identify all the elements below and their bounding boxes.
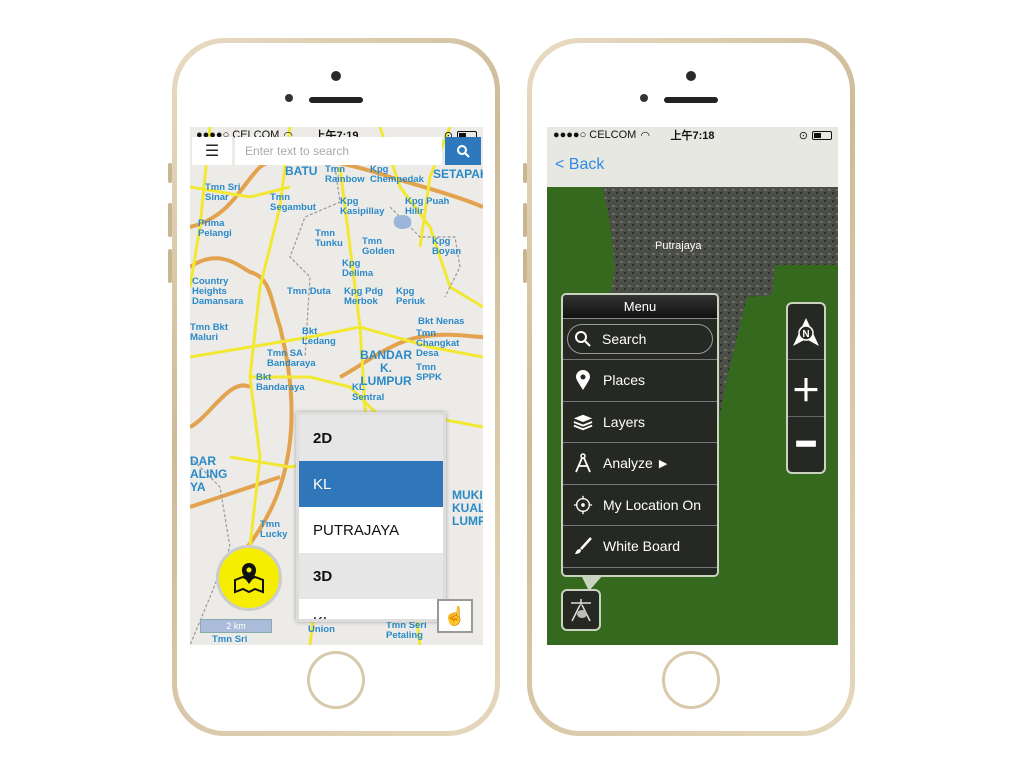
minus-icon: ━ (796, 427, 816, 461)
tools-icon (571, 599, 591, 622)
tools-button[interactable] (561, 589, 601, 631)
svg-text:N: N (802, 329, 809, 340)
map-label: Tmn Seri Petaling (386, 620, 427, 641)
clock: 上午7:18 (670, 130, 715, 142)
map-label: Tmn Segambut (270, 192, 316, 213)
search-button[interactable] (445, 137, 481, 165)
plus-icon: ＋ (791, 374, 821, 408)
search-input[interactable] (235, 137, 442, 165)
compass-button[interactable]: N (788, 304, 824, 361)
dropdown-header-3d: 3D (299, 553, 443, 599)
menu-item-white-board[interactable]: White Board (563, 526, 717, 568)
map-label: SETAPAK (433, 167, 483, 181)
map-label: Tmn SA Bandaraya (267, 348, 316, 369)
map-label: Tmn Lucky (260, 519, 288, 540)
map-label: Union (308, 624, 335, 635)
map-label: Kpg Chempedak (370, 164, 424, 185)
left-screen: BATU Tmn Rainbow Kpg Chempedak SETAPAK T… (190, 127, 483, 645)
right-phone: ●●●●○ CELCOM ◠ 上午7:18 ⊙ < Back Putrajaya… (523, 38, 855, 736)
map-label: Tmn Sri (212, 634, 248, 645)
map-label: Kpg Periuk (396, 286, 426, 307)
map-label: Tmn Tunku (315, 228, 343, 249)
map-label: Bkt Ledang (302, 326, 336, 347)
brush-icon (575, 537, 592, 555)
map-label: DAR ALING YA (190, 454, 228, 494)
map-label-putrajaya: Putrajaya (655, 240, 702, 252)
back-button[interactable]: < Back (555, 156, 604, 174)
speaker (309, 97, 363, 103)
hand-pointer-icon: ☝ (443, 605, 467, 626)
battery-icon (812, 130, 832, 140)
right-screen: ●●●●○ CELCOM ◠ 上午7:18 ⊙ < Back Putrajaya… (547, 127, 838, 645)
map-label: KL Sentral (352, 382, 385, 403)
layers-icon (573, 414, 593, 431)
menu-panel: Menu Search Places Layers Analyze ▶ My L… (561, 293, 719, 577)
menu-title: Menu (563, 295, 717, 319)
map-mode-dropdown[interactable]: 2D KL PUTRAJAYA 3D KL (296, 412, 446, 622)
menu-item-label: Places (603, 372, 646, 389)
left-phone: BATU Tmn Rainbow Kpg Chempedak SETAPAK T… (168, 38, 500, 736)
map-label: Tmn Duta (287, 286, 331, 297)
status-bar: ●●●●○ CELCOM ◠ 上午7:18 ⊙ (547, 127, 838, 143)
zoom-out-button[interactable]: ━ (788, 417, 824, 472)
map-pin-icon (576, 370, 590, 391)
scale-bar: 2 km (200, 619, 272, 633)
carrier: ●●●●○ CELCOM (553, 129, 637, 141)
menu-search-label: Search (602, 331, 647, 347)
menu-item-analyze[interactable]: Analyze ▶ (563, 443, 717, 485)
search-icon (575, 331, 591, 347)
search-icon (457, 145, 470, 158)
map-label: Tmn Changkat Desa (416, 328, 460, 359)
map-label: Tmn Bkt Maluri (190, 322, 228, 343)
map-label: Bkt Nenas (418, 316, 465, 327)
map-label: Country Heights Damansara (192, 276, 244, 307)
map-mode-button[interactable] (216, 545, 282, 611)
compass-north-icon: N (793, 317, 819, 346)
menu-item-label: Analyze (603, 455, 653, 472)
menu-item-places[interactable]: Places (563, 360, 717, 402)
map-pin-icon (234, 563, 264, 594)
map-label: Kpg Delima (342, 258, 374, 279)
touch-mode-button[interactable]: ☝ (437, 599, 473, 633)
map-label: MUKI KUAL LUMP (452, 488, 483, 528)
menu-item-label: Layers (603, 413, 646, 430)
dropdown-header-2d: 2D (299, 415, 443, 461)
map-label: Kpg Boyan (432, 236, 462, 257)
speaker (664, 97, 718, 103)
wifi-icon: ◠ (640, 129, 650, 142)
map-label: Tmn Golden (362, 236, 395, 257)
map-controls: N ＋ ━ (786, 302, 826, 474)
search-bar: ☰ (192, 137, 481, 165)
dropdown-option-putrajaya[interactable]: PUTRAJAYA (299, 507, 443, 553)
compass-tool-icon (575, 453, 591, 473)
menu-item-layers[interactable]: Layers (563, 402, 717, 443)
map-label: BATU (285, 164, 318, 178)
map-label: Kpg Puah Hilir (405, 196, 450, 217)
map-label: Tmn SPPK (416, 362, 442, 383)
front-camera (331, 71, 341, 81)
map-label: Prima Pelangi (198, 218, 232, 239)
dropdown-option-kl-3d[interactable]: KL (299, 599, 443, 620)
crosshair-icon (573, 495, 593, 514)
menu-item-my-location[interactable]: My Location On (563, 485, 717, 526)
menu-search[interactable]: Search (567, 324, 713, 354)
zoom-in-button[interactable]: ＋ (788, 360, 824, 417)
hamburger-icon[interactable]: ☰ (192, 137, 232, 165)
front-camera (686, 71, 696, 81)
map-label: Bkt Bandaraya (256, 372, 305, 393)
map-label: Kpg Pdg Merbok (344, 286, 384, 307)
menu-item-label: My Location On (603, 496, 702, 513)
submenu-arrow-icon: ▶ (658, 457, 668, 470)
map-label: Tmn Rainbow (325, 164, 365, 185)
home-button[interactable] (662, 651, 720, 709)
map-label: Tmn Sri Sinar (205, 182, 241, 203)
map-label: Kpg Kasipillay (340, 196, 385, 217)
rotation-lock-icon: ⊙ (798, 129, 808, 142)
dropdown-option-kl[interactable]: KL (299, 461, 443, 507)
home-button[interactable] (307, 651, 365, 709)
nav-bar: < Back (547, 143, 838, 187)
menu-item-label: White Board (603, 538, 681, 555)
